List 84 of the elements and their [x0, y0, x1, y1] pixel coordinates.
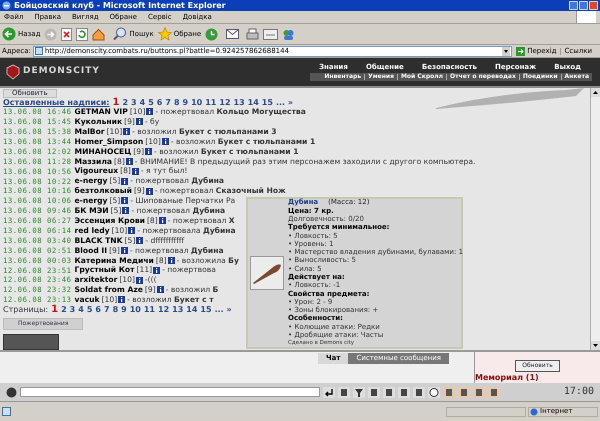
memorial-link[interactable]: Мемориал (1) [475, 374, 539, 382]
info-icon[interactable] [136, 276, 143, 284]
print-icon[interactable] [246, 28, 260, 40]
page-link[interactable]: 6 [156, 99, 162, 107]
page-link[interactable]: 14 [248, 99, 259, 107]
info-icon[interactable] [153, 266, 160, 274]
page-link[interactable]: 11 [144, 306, 155, 314]
page-link[interactable]: 8 [174, 99, 180, 107]
globe-icon [530, 408, 538, 416]
page-link[interactable]: 2 [61, 306, 67, 314]
page-link[interactable]: 12 [158, 306, 170, 314]
page-link[interactable]: 15 [200, 306, 212, 314]
page-link[interactable]: 9 [182, 99, 188, 107]
home-icon[interactable] [92, 28, 106, 40]
page-link[interactable]: 9 [121, 306, 127, 314]
enter-arrow-icon[interactable] [323, 386, 335, 398]
info-icon[interactable] [122, 207, 130, 214]
info-icon[interactable] [145, 148, 152, 155]
info-icon[interactable] [121, 197, 128, 204]
page-link[interactable]: 14 [186, 306, 198, 314]
filter-icon[interactable] [353, 386, 365, 398]
site-logo-text: DEMONSCITY [23, 65, 100, 78]
emblem-icon [6, 386, 17, 398]
info-icon[interactable] [146, 188, 153, 195]
clock-time: 17:00 [564, 387, 594, 397]
dropdown-arrow-icon[interactable] [502, 46, 510, 56]
info-icon[interactable] [158, 217, 166, 224]
page-link[interactable]: 4 [78, 306, 84, 314]
scrollbar[interactable] [590, 88, 600, 350]
demon-emblem-icon [6, 64, 20, 80]
go-arrow-icon [516, 46, 526, 56]
page-link[interactable]: 3 [131, 99, 137, 107]
page-link[interactable]: 3 [70, 306, 76, 314]
maximize-button[interactable] [579, 1, 588, 10]
info-icon[interactable] [136, 237, 144, 244]
page-link[interactable]: 15 [262, 99, 273, 107]
info-icon[interactable] [146, 108, 154, 116]
window-title: Бойцовский клуб - Microsoft Internet Explorer [14, 2, 226, 10]
page-link[interactable]: 6 [95, 306, 101, 314]
info-icon[interactable] [128, 227, 136, 234]
chat-input-field[interactable] [20, 387, 320, 397]
counter-banner [3, 334, 59, 350]
page-link[interactable]: 7 [165, 99, 171, 107]
page-link[interactable]: 1 [51, 304, 58, 315]
messenger-icon[interactable] [282, 28, 296, 40]
info-icon[interactable] [156, 286, 164, 294]
comments-link[interactable]: Оставленные надписи: [3, 99, 110, 107]
page-link[interactable]: 11 [205, 99, 216, 107]
back-arrow-icon [2, 27, 16, 41]
close-button[interactable] [589, 1, 598, 10]
info-icon[interactable] [126, 158, 133, 165]
star-icon [158, 27, 172, 41]
page-link[interactable]: 8 [112, 306, 118, 314]
history-icon[interactable] [205, 28, 218, 40]
page-link[interactable]: 10 [130, 306, 141, 314]
page-link[interactable]: 2 [122, 99, 128, 107]
edit-icon[interactable] [263, 28, 278, 40]
page-link[interactable]: 10 [191, 99, 202, 107]
refresh-icon[interactable] [76, 28, 88, 40]
page-link[interactable]: 13 [234, 99, 245, 107]
page-icon [34, 47, 43, 55]
info-icon[interactable] [162, 138, 169, 146]
page-link[interactable]: 13 [172, 306, 184, 314]
stop-icon[interactable] [61, 28, 72, 40]
page-link[interactable]: 12 [219, 99, 231, 107]
page-link[interactable]: 4 [140, 99, 146, 107]
next-pages-link[interactable]: ... » [214, 306, 232, 314]
pages-label: Страницы: [3, 306, 48, 314]
info-icon[interactable] [136, 118, 143, 126]
page-link[interactable]: 7 [104, 306, 110, 314]
minimize-button[interactable] [569, 1, 578, 10]
info-icon[interactable] [123, 128, 130, 136]
page-link[interactable]: 5 [86, 306, 92, 314]
info-icon[interactable] [120, 246, 128, 254]
search-icon [113, 27, 128, 41]
page-status-icon [2, 407, 11, 416]
info-icon[interactable] [132, 168, 139, 175]
club-drawing [252, 262, 282, 284]
info-icon[interactable] [118, 296, 126, 304]
info-icon[interactable] [168, 256, 175, 264]
page-link[interactable]: 5 [148, 99, 154, 107]
info-icon[interactable] [121, 178, 128, 185]
page-link[interactable]: 1 [112, 98, 120, 108]
next-pages-link[interactable]: ... » [276, 99, 294, 107]
